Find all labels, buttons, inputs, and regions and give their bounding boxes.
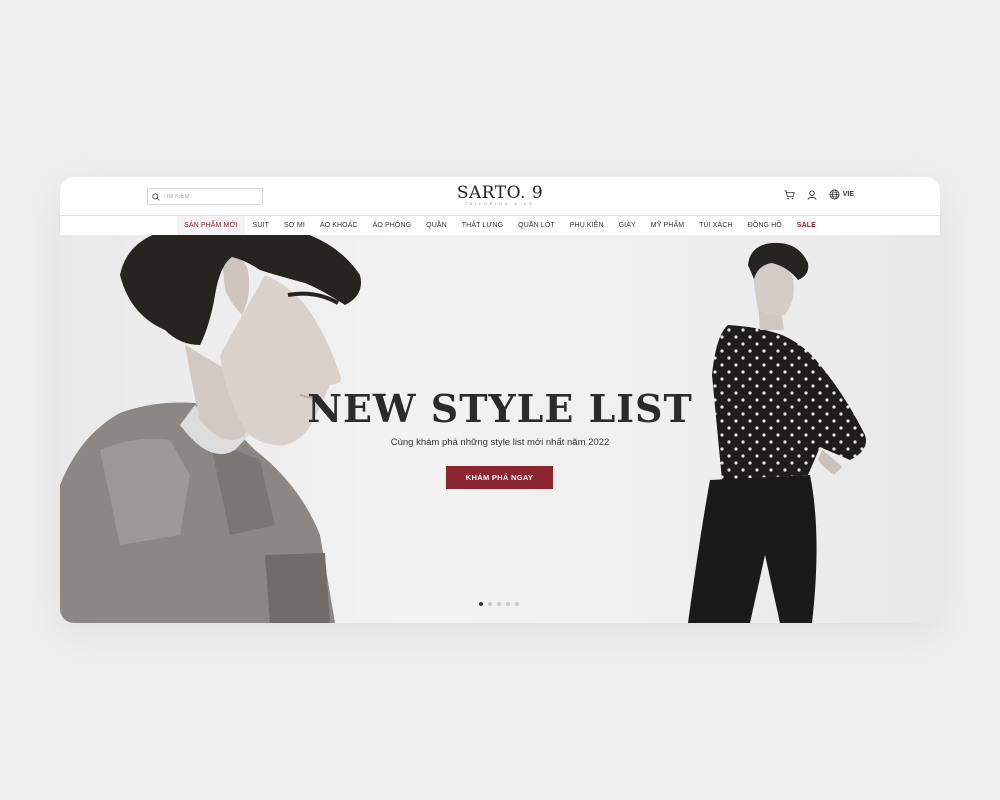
- carousel-dot[interactable]: [497, 602, 501, 606]
- nav-item-underwear[interactable]: QUẦN LÓT: [511, 216, 563, 235]
- explore-now-button[interactable]: KHÁM PHÁ NGAY: [446, 466, 553, 489]
- hero-banner: NEW STYLE LIST Cùng khám phá những style…: [60, 235, 940, 623]
- hero-subtitle: Cùng khám phá những style list mới nhất …: [390, 437, 610, 448]
- nav-item-suit[interactable]: SUIT: [245, 216, 276, 235]
- website-window: SARTO. 9 TAILORING & CO: [60, 177, 940, 623]
- carousel-dot[interactable]: [506, 602, 510, 606]
- nav-item-t-shirts[interactable]: ÁO PHÔNG: [365, 216, 419, 235]
- nav-item-belts[interactable]: THẮT LƯNG: [454, 216, 510, 235]
- cart-icon: [784, 190, 795, 199]
- nav-item-jackets[interactable]: ÁO KHOÁC: [312, 216, 365, 235]
- carousel-indicators: [479, 602, 519, 606]
- user-icon: [807, 189, 817, 200]
- nav-item-sale[interactable]: SALE: [789, 216, 823, 235]
- nav-item-shoes[interactable]: GIÀY: [611, 216, 643, 235]
- nav-item-accessories[interactable]: PHỤ KIỆN: [562, 216, 611, 235]
- hero-title: NEW STYLE LIST: [307, 386, 693, 431]
- nav-item-trousers[interactable]: QUẦN: [419, 216, 455, 235]
- language-label: VIE: [842, 191, 854, 198]
- globe-icon: [829, 189, 840, 200]
- carousel-dot[interactable]: [515, 602, 519, 606]
- brand-tagline: TAILORING & CO: [464, 202, 536, 206]
- nav-item-cosmetics[interactable]: MỸ PHẨM: [643, 216, 691, 235]
- nav-item-shirts[interactable]: SƠ MI: [276, 216, 312, 235]
- header-actions: VIE: [784, 189, 854, 200]
- header: SARTO. 9 TAILORING & CO: [60, 177, 940, 215]
- account-button[interactable]: [807, 189, 817, 200]
- nav-item-bags[interactable]: TÚI XÁCH: [692, 216, 740, 235]
- language-selector[interactable]: VIE: [829, 189, 854, 200]
- nav-item-watches[interactable]: ĐỒNG HỒ: [740, 216, 789, 235]
- main-navigation: SẢN PHẨM MỚI SUIT SƠ MI ÁO KHOÁC ÁO PHÔN…: [60, 215, 940, 235]
- nav-item-new-products[interactable]: SẢN PHẨM MỚI: [176, 216, 246, 235]
- carousel-dot[interactable]: [488, 602, 492, 606]
- cart-button[interactable]: [784, 190, 795, 200]
- carousel-dot[interactable]: [479, 602, 483, 606]
